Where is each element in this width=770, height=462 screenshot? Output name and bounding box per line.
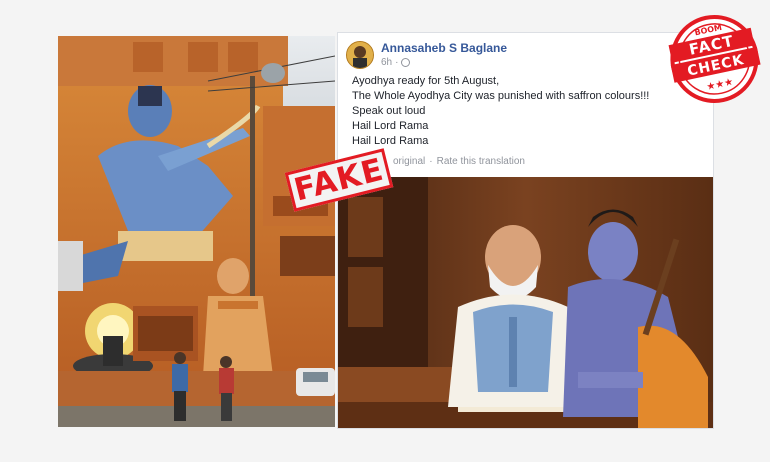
dot-separator: · xyxy=(395,57,399,68)
post-line: Hail Lord Rama xyxy=(352,135,429,147)
author-name-link[interactable]: Annasaheb S Baglane xyxy=(381,41,507,55)
post-line: Ayodhya ready for 5th August, xyxy=(352,75,500,87)
post-time[interactable]: 6h xyxy=(381,57,392,68)
post-line: Speak out loud xyxy=(352,105,426,117)
post-line: The Whole Ayodhya City was punished with… xyxy=(352,90,650,102)
see-original-link[interactable]: original xyxy=(393,156,425,167)
post-image[interactable] xyxy=(338,177,713,428)
post-meta: 6h · xyxy=(381,57,411,68)
post-line: Hail Lord Rama xyxy=(352,120,429,132)
post-message: Ayodhya ready for 5th August, The Whole … xyxy=(352,74,649,149)
globe-icon xyxy=(401,58,411,67)
author-avatar[interactable] xyxy=(346,41,374,69)
facebook-post: Annasaheb S Baglane 6h · ··· Ayodhya rea… xyxy=(337,32,714,429)
painted-wall-photo xyxy=(58,36,335,427)
boom-fact-check-logo: FACT CHECK BOOM ★★★ xyxy=(666,4,762,110)
dot-separator: · xyxy=(429,156,433,167)
post-header: Annasaheb S Baglane 6h · ··· xyxy=(346,39,705,69)
translation-bar: original · Rate this translation xyxy=(393,156,525,167)
fact-check-graphic: Annasaheb S Baglane 6h · ··· Ayodhya rea… xyxy=(0,0,770,462)
rate-translation-link[interactable]: Rate this translation xyxy=(437,156,525,167)
